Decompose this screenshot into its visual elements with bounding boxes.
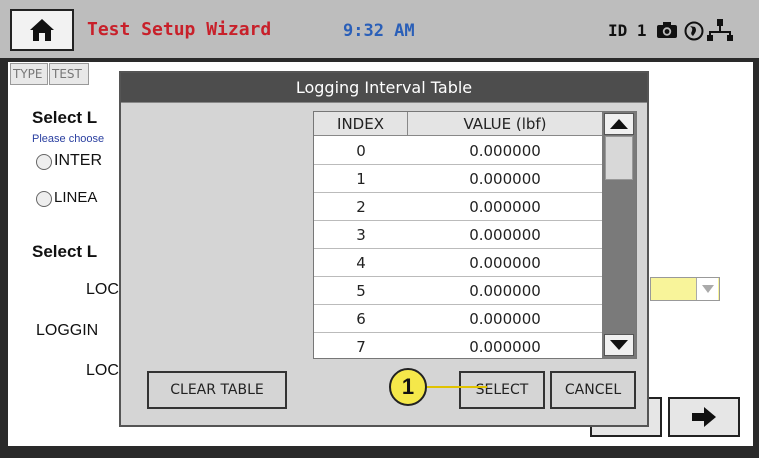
section-hint: Please choose xyxy=(32,133,105,145)
home-button[interactable] xyxy=(10,9,74,51)
scroll-thumb[interactable] xyxy=(605,136,633,180)
page-title: Test Setup Wizard xyxy=(87,19,272,40)
triangle-up-icon xyxy=(610,119,628,129)
clear-table-button[interactable]: CLEAR TABLE xyxy=(147,371,287,409)
row-value: 0.000000 xyxy=(469,198,541,216)
callout-badge: 1 xyxy=(389,368,427,406)
row-index: 5 xyxy=(356,282,366,300)
radio-interval-label: INTER xyxy=(54,152,102,169)
home-icon xyxy=(30,19,54,41)
row-index: 6 xyxy=(356,310,366,328)
table-header: INDEX VALUE (lbf) xyxy=(314,112,602,136)
row-value: 0.000000 xyxy=(469,142,541,160)
row-index: 3 xyxy=(356,226,366,244)
row-value: 0.000000 xyxy=(469,254,541,272)
cancel-button[interactable]: CANCEL xyxy=(550,371,636,409)
row-value: 0.000000 xyxy=(469,282,541,300)
tab-type[interactable]: TYPE xyxy=(10,63,48,85)
row-value: 0.000000 xyxy=(469,338,541,356)
column-header-value: VALUE (lbf) xyxy=(463,115,547,133)
row-index: 4 xyxy=(356,254,366,272)
interval-table: INDEX VALUE (lbf) 0 0.000000 1 0.000000 … xyxy=(313,111,637,359)
triangle-down-icon xyxy=(610,340,628,350)
arrow-right-icon xyxy=(692,407,716,427)
network-icon[interactable] xyxy=(707,18,733,42)
table-row[interactable]: 0 0.000000 xyxy=(314,137,602,165)
next-button[interactable] xyxy=(668,397,740,437)
callout-line xyxy=(427,386,487,388)
chevron-down-icon[interactable] xyxy=(696,278,718,300)
row-index: 1 xyxy=(356,170,366,188)
table-row[interactable]: 3 0.000000 xyxy=(314,221,602,249)
table-row[interactable]: 2 0.000000 xyxy=(314,193,602,221)
field-label-1: LOC xyxy=(86,281,119,298)
row-value: 0.000000 xyxy=(469,170,541,188)
select-button[interactable]: SELECT xyxy=(459,371,545,409)
row-index: 0 xyxy=(356,142,366,160)
table-row[interactable]: 1 0.000000 xyxy=(314,165,602,193)
scroll-up-button[interactable] xyxy=(604,113,634,135)
column-header-index: INDEX xyxy=(314,112,408,136)
header-bar: Test Setup Wizard 9:32 AM ID 1 xyxy=(0,0,759,58)
table-scrollbar[interactable] xyxy=(602,112,636,358)
section-title-1: Select L xyxy=(32,108,98,127)
globe-icon[interactable] xyxy=(684,21,704,41)
row-index: 2 xyxy=(356,198,366,216)
camera-icon[interactable] xyxy=(656,21,678,39)
dialog-title: Logging Interval Table xyxy=(121,73,647,103)
row-value: 0.000000 xyxy=(469,310,541,328)
row-value: 0.000000 xyxy=(469,226,541,244)
clock-time: 9:32 AM xyxy=(343,21,415,41)
radio-interval[interactable] xyxy=(36,154,52,170)
table-row[interactable]: 5 0.000000 xyxy=(314,277,602,305)
logging-interval-dialog: Logging Interval Table INDEX VALUE (lbf)… xyxy=(119,71,649,427)
table-row[interactable]: 7 0.000000 xyxy=(314,333,602,358)
radio-linear-label: LINEA xyxy=(54,189,98,206)
section-title-2: Select L xyxy=(32,242,98,261)
table-row[interactable]: 4 0.000000 xyxy=(314,249,602,277)
device-id: ID 1 xyxy=(608,21,647,40)
field-label-2: LOGGIN xyxy=(36,322,99,339)
scroll-down-button[interactable] xyxy=(604,334,634,356)
row-index: 7 xyxy=(356,338,366,356)
table-row[interactable]: 6 0.000000 xyxy=(314,305,602,333)
radio-linear[interactable] xyxy=(36,191,52,207)
tab-test[interactable]: TEST xyxy=(49,63,89,85)
field-label-3: LOC xyxy=(86,362,119,379)
